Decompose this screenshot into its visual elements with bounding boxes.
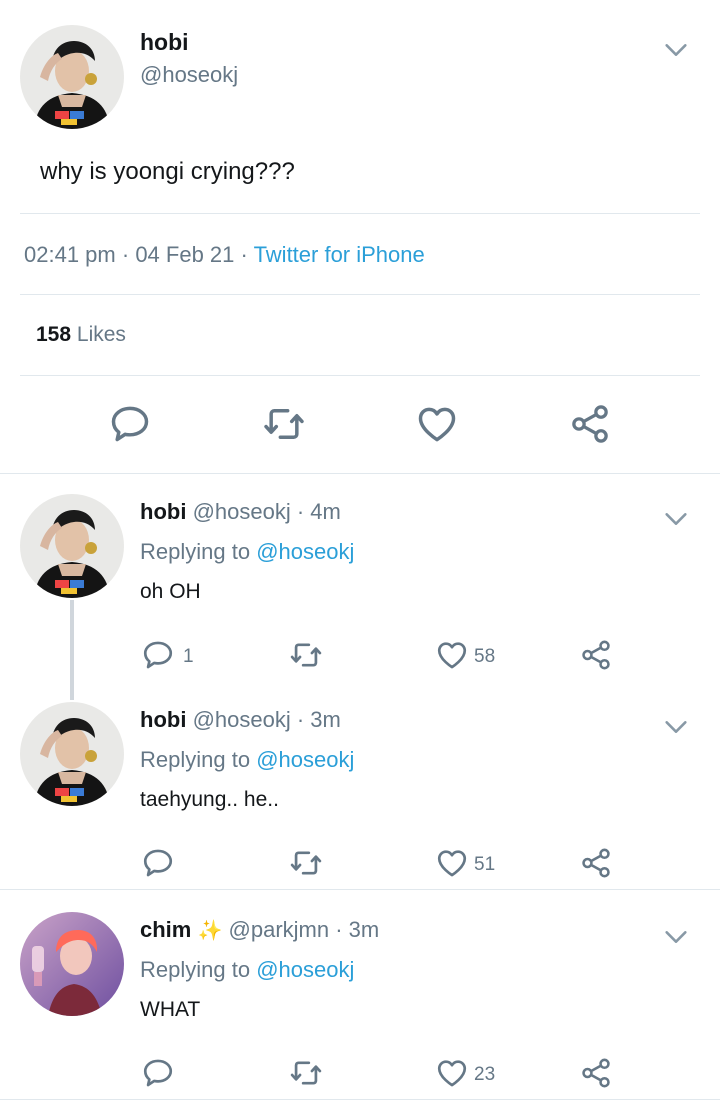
divider xyxy=(0,1099,720,1100)
heart-icon[interactable] xyxy=(434,638,470,672)
avatar[interactable] xyxy=(20,912,124,1016)
reply-icon[interactable] xyxy=(140,1056,176,1090)
divider xyxy=(20,213,700,214)
share-icon[interactable] xyxy=(578,1056,614,1090)
avatar[interactable] xyxy=(20,494,124,598)
retweet-icon[interactable] xyxy=(260,402,308,446)
tweet-text: WHAT xyxy=(140,998,201,1021)
like-count: 51 xyxy=(474,854,496,875)
timestamp[interactable]: · 4m xyxy=(297,499,341,524)
tweet-time: 02:41 pm xyxy=(24,242,116,267)
tweet-text: why is yoongi crying??? xyxy=(40,158,295,185)
likes-label: Likes xyxy=(76,323,126,346)
tweet-text: taehyung.. he.. xyxy=(140,788,279,811)
display-name[interactable]: chim xyxy=(140,917,191,942)
mention-link[interactable]: @hoseokj xyxy=(256,747,354,772)
tweet-source-link[interactable]: Twitter for iPhone xyxy=(254,242,425,267)
divider xyxy=(20,294,700,295)
chevron-down-icon[interactable] xyxy=(660,713,692,741)
replying-label: Replying to xyxy=(140,957,251,982)
heart-icon[interactable] xyxy=(434,1056,470,1090)
chevron-down-icon[interactable] xyxy=(660,923,692,951)
reply-icon[interactable] xyxy=(140,846,176,880)
mention-link[interactable]: @hoseokj xyxy=(256,957,354,982)
replying-to: Replying to @hoseokj xyxy=(140,539,354,565)
sparkles-emoji: ✨ xyxy=(197,920,223,942)
handle[interactable]: @hoseokj xyxy=(193,707,291,732)
divider xyxy=(20,375,700,376)
replying-label: Replying to xyxy=(140,539,251,564)
share-icon[interactable] xyxy=(568,402,612,446)
replying-label: Replying to xyxy=(140,747,251,772)
timestamp[interactable]: · 3m xyxy=(335,917,379,942)
divider xyxy=(0,889,720,890)
handle[interactable]: @hoseokj xyxy=(193,499,291,524)
reply-icon[interactable] xyxy=(108,402,152,446)
divider xyxy=(0,473,720,474)
like-count: 58 xyxy=(474,646,496,667)
reply-header: hobi @hoseokj · 3m xyxy=(140,707,341,733)
tweet-text: oh OH xyxy=(140,580,201,603)
mention-link[interactable]: @hoseokj xyxy=(256,539,354,564)
heart-icon[interactable] xyxy=(434,846,470,880)
likes-count: 158 xyxy=(36,323,72,346)
thread-line xyxy=(70,600,74,700)
chevron-down-icon[interactable] xyxy=(660,505,692,533)
reply-icon[interactable] xyxy=(140,638,176,672)
reply-count: 1 xyxy=(183,646,194,667)
separator: · xyxy=(240,242,254,267)
replying-to: Replying to @hoseokj xyxy=(140,957,354,983)
reply-header: chim ✨ @parkjmn · 3m xyxy=(140,917,379,943)
timestamp[interactable]: · 3m xyxy=(297,707,341,732)
avatar[interactable] xyxy=(20,702,124,806)
replying-to: Replying to @hoseokj xyxy=(140,747,354,773)
retweet-icon[interactable] xyxy=(286,638,326,672)
heart-icon[interactable] xyxy=(414,402,460,446)
display-name[interactable]: hobi xyxy=(140,29,189,56)
likes-stat[interactable]: 158 Likes xyxy=(36,323,126,347)
avatar[interactable] xyxy=(20,25,124,129)
like-count: 23 xyxy=(474,1064,496,1085)
retweet-icon[interactable] xyxy=(286,846,326,880)
retweet-icon[interactable] xyxy=(286,1056,326,1090)
tweet-date: 04 Feb 21 xyxy=(135,242,235,267)
display-name[interactable]: hobi xyxy=(140,499,186,524)
separator: · xyxy=(121,242,136,267)
share-icon[interactable] xyxy=(578,638,614,672)
handle[interactable]: @hoseokj xyxy=(140,62,238,88)
tweet-meta: 02:41 pm · 04 Feb 21 · Twitter for iPhon… xyxy=(24,242,425,268)
chevron-down-icon[interactable] xyxy=(660,36,692,64)
handle[interactable]: @parkjmn xyxy=(229,917,330,942)
display-name[interactable]: hobi xyxy=(140,707,186,732)
reply-header: hobi @hoseokj · 4m xyxy=(140,499,341,525)
share-icon[interactable] xyxy=(578,846,614,880)
